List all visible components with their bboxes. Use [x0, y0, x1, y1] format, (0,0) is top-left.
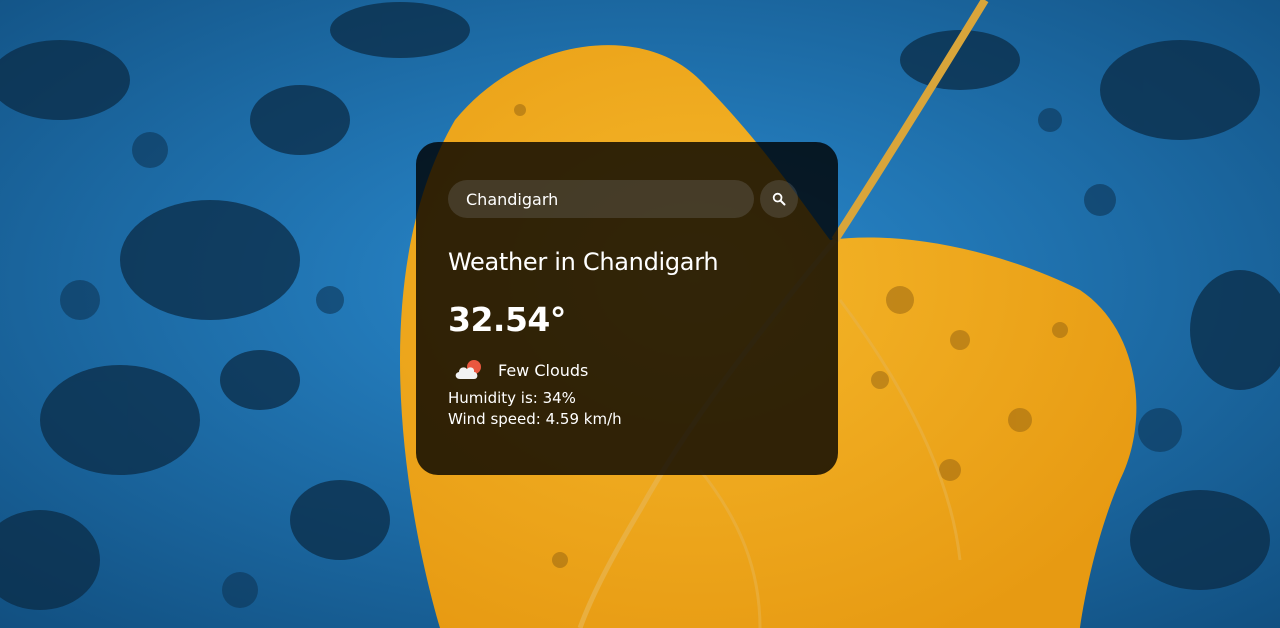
- wind-speed: Wind speed: 4.59 km/h: [448, 410, 622, 428]
- weather-card: Weather in Chandigarh 32.54° Few Clouds …: [416, 142, 838, 475]
- search-bar: [448, 180, 806, 218]
- weather-condition: Few Clouds: [448, 357, 806, 383]
- city-title: Weather in Chandigarh: [448, 248, 719, 276]
- weather-description: Few Clouds: [498, 360, 589, 380]
- search-input[interactable]: [448, 180, 754, 218]
- search-icon: [772, 192, 786, 206]
- search-button[interactable]: [760, 180, 798, 218]
- humidity: Humidity is: 34%: [448, 389, 576, 407]
- few-clouds-icon: [455, 360, 481, 379]
- temperature: 32.54°: [448, 300, 566, 339]
